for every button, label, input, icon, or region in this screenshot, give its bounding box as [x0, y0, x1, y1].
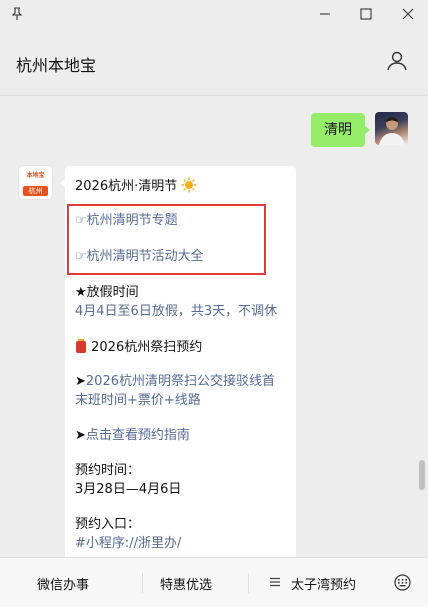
menu-divider: [142, 573, 143, 593]
mini-program-link[interactable]: #小程序://浙里办/: [75, 535, 181, 553]
chat-area[interactable]: 清明 本地宝 杭州 2026杭州·清明节 ☞杭州清明节专题 ☞杭州清明节活动大全…: [0, 96, 428, 557]
link-festival-topic[interactable]: ☞杭州清明节专题: [75, 212, 178, 230]
maximize-icon[interactable]: [359, 7, 373, 21]
link-festival-activities[interactable]: ☞杭州清明节活动大全: [75, 248, 204, 266]
user-icon[interactable]: [386, 50, 408, 72]
pin-icon[interactable]: [10, 7, 24, 21]
my-avatar[interactable]: [375, 112, 408, 145]
holiday-dates-link[interactable]: 4月4日至6日放假，共3天，不调休: [75, 303, 277, 321]
avatar-photo-icon: [379, 117, 405, 145]
message-title-row: 2026杭州·清明节: [75, 177, 197, 196]
bus-route-row: ➤2026杭州清明祭扫公交接驳线首: [75, 373, 275, 391]
reservation-time-label: 预约时间：: [75, 463, 141, 478]
arrow-icon: ➤: [75, 374, 86, 389]
reservation-time-value: 3月28日—4月6日: [75, 482, 182, 497]
sun-icon: [181, 177, 197, 193]
arrow-icon: ➤: [75, 428, 86, 443]
official-account-avatar[interactable]: 本地宝 杭州: [19, 166, 52, 199]
chat-title: 杭州本地宝: [16, 56, 97, 75]
sent-message-bubble[interactable]: 清明: [311, 113, 370, 147]
bus-route-link[interactable]: 2026杭州清明祭扫公交接驳线首: [86, 374, 275, 389]
chat-header: 杭州本地宝: [0, 30, 428, 96]
menu-special-offers[interactable]: 特惠优选: [160, 574, 212, 593]
bottom-menu: 微信办事 特惠优选 太子湾预约: [0, 557, 428, 607]
logo-city: 杭州: [23, 186, 48, 196]
close-icon[interactable]: [401, 7, 415, 21]
section-title: 2026杭州祭扫预约: [91, 340, 203, 355]
minimize-icon[interactable]: [318, 7, 332, 21]
message-title: 2026杭州·清明节: [75, 179, 178, 194]
received-message-bubble: 2026杭州·清明节 ☞杭州清明节专题 ☞杭州清明节活动大全 ★放假时间 4月4…: [60, 166, 296, 557]
holiday-heading: ★放假时间: [75, 285, 139, 300]
red-lantern-icon: [76, 339, 86, 353]
tomb-sweeping-row: 2026杭州祭扫预约: [75, 338, 202, 357]
sent-message-text: 清明: [324, 122, 352, 138]
menu-divider: [248, 573, 249, 593]
chat-scrollbar[interactable]: [419, 460, 425, 490]
guide-row: ➤点击查看预约指南: [75, 427, 190, 445]
reservation-entry-label: 预约入口：: [75, 517, 141, 532]
logo-text: 本地宝: [26, 172, 45, 179]
keyboard-icon[interactable]: [394, 574, 411, 591]
menu-taiziwan-reservation[interactable]: 太子湾预约: [291, 574, 356, 593]
reservation-guide-link[interactable]: 点击查看预约指南: [86, 428, 190, 443]
window-titlebar: [0, 0, 428, 30]
menu-wechat-services[interactable]: 微信办事: [37, 574, 89, 593]
submenu-list-icon: [270, 577, 280, 587]
bus-route-link-cont[interactable]: 末班时间+票价+线路: [75, 392, 201, 410]
